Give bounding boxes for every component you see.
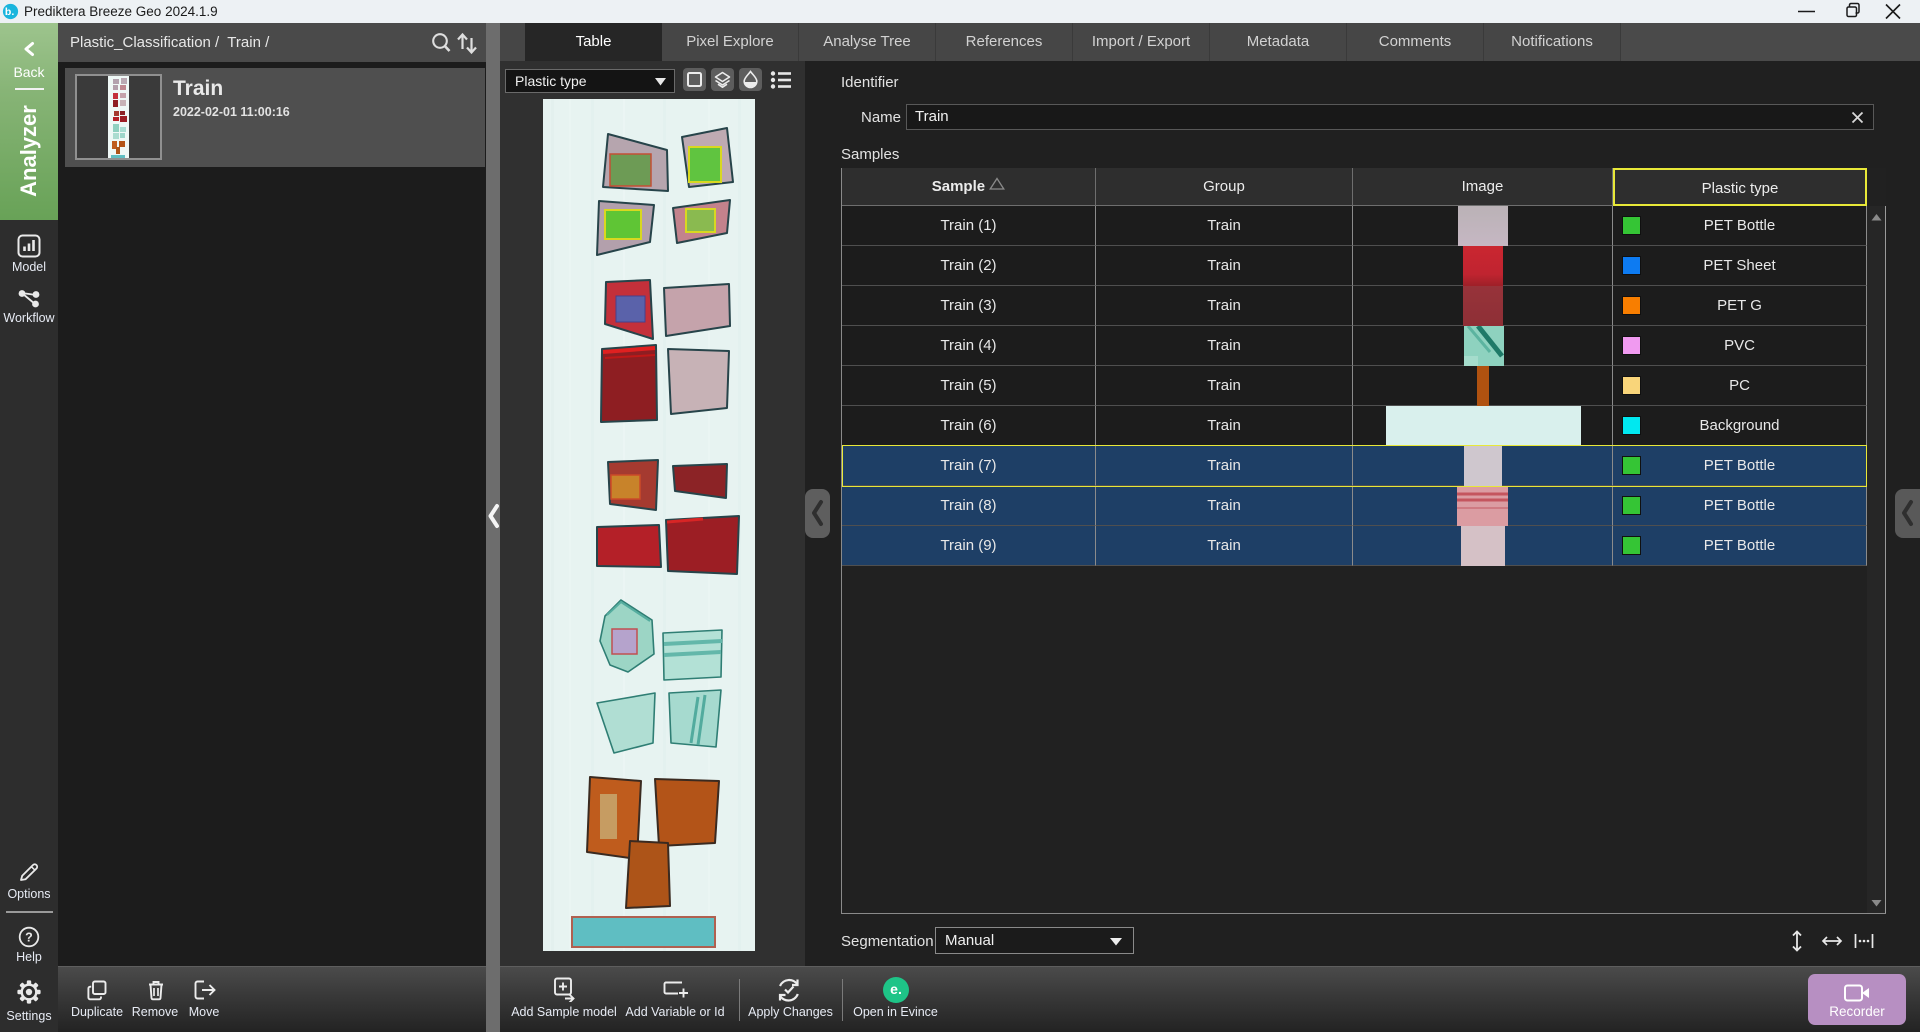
svg-text:?: ? [25, 931, 33, 945]
svg-text:b.: b. [5, 6, 14, 18]
